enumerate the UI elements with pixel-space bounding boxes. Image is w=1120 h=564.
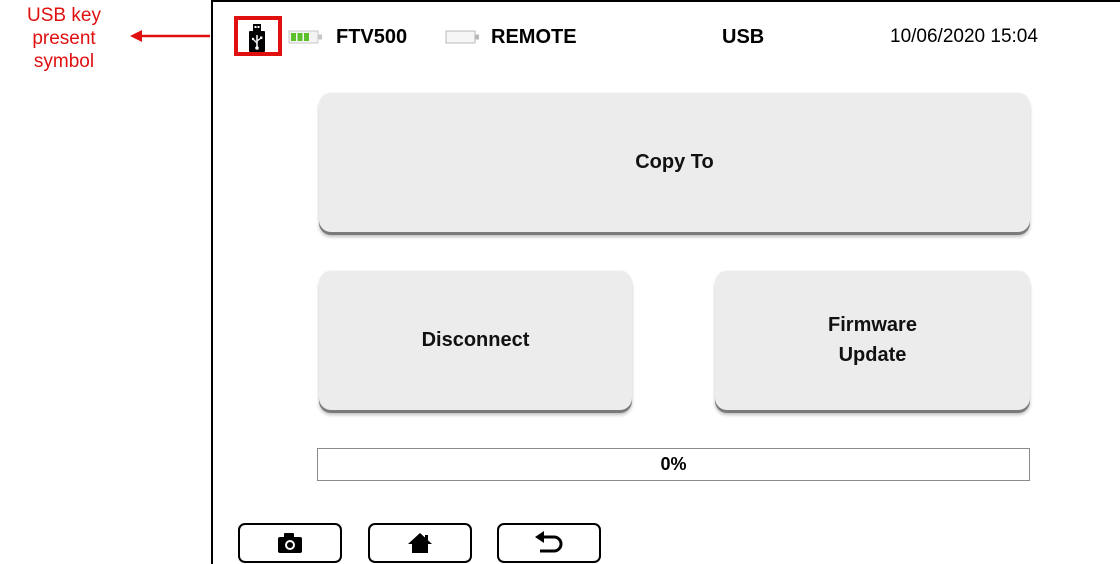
annotation-line-2: present bbox=[32, 28, 96, 49]
status-bar: FTV500 REMOTE USB 10/06/2020 15:04 bbox=[213, 2, 1120, 68]
firmware-label-line-1: Firmware bbox=[828, 314, 917, 336]
copy-to-label: Copy To bbox=[635, 151, 714, 173]
firmware-label-line-2: Update bbox=[838, 344, 907, 366]
battery-icon bbox=[288, 30, 322, 44]
annotation-arrow-icon bbox=[130, 30, 210, 42]
back-button[interactable] bbox=[497, 523, 601, 563]
usb-key-annotation: USB key present symbol bbox=[0, 4, 128, 73]
screenshot-button[interactable] bbox=[238, 523, 342, 563]
annotation-line-1: USB key bbox=[27, 5, 101, 26]
progress-label: 0% bbox=[660, 454, 687, 474]
back-icon bbox=[535, 531, 563, 553]
disconnect-button[interactable]: Disconnect bbox=[319, 270, 632, 410]
battery-empty-icon bbox=[445, 30, 479, 44]
copy-to-button[interactable]: Copy To bbox=[319, 92, 1030, 232]
usb-key-icon bbox=[249, 24, 265, 52]
device-name: FTV500 bbox=[336, 26, 408, 48]
annotation-line-3: symbol bbox=[33, 51, 95, 72]
device-screen: FTV500 REMOTE USB 10/06/2020 15:04 Copy … bbox=[211, 0, 1120, 564]
home-icon bbox=[408, 533, 432, 553]
datetime: 10/06/2020 15:04 bbox=[890, 26, 1038, 47]
camera-icon bbox=[278, 533, 302, 553]
mode-label: USB bbox=[722, 26, 765, 48]
disconnect-label: Disconnect bbox=[421, 329, 530, 351]
firmware-update-button[interactable]: Firmware Update bbox=[715, 270, 1030, 410]
remote-label: REMOTE bbox=[491, 26, 577, 48]
home-button[interactable] bbox=[368, 523, 472, 563]
progress-bar: 0% bbox=[317, 448, 1030, 481]
